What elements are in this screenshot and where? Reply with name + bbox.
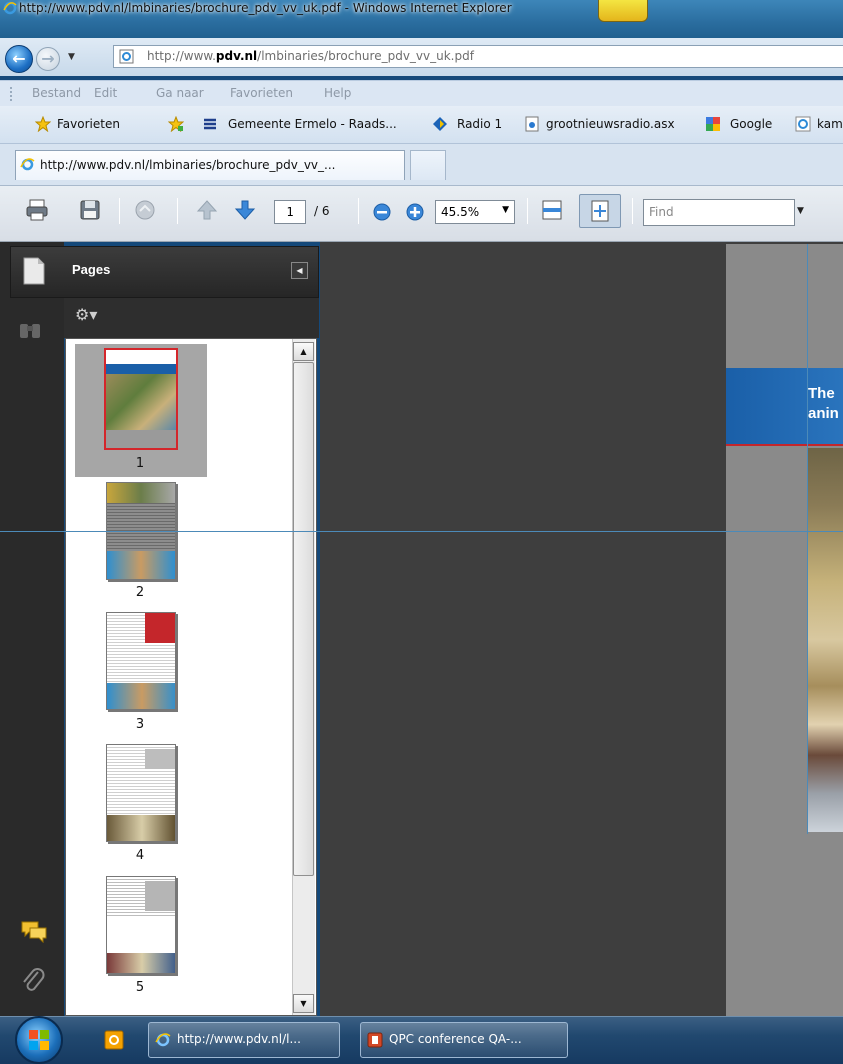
back-button[interactable]: ←: [5, 45, 33, 73]
menu-bestand[interactable]: Bestand: [32, 86, 81, 100]
internet-explorer-icon: [795, 116, 811, 132]
favorite-grootnieuwsradio[interactable]: grootnieuwsradio.asx: [546, 117, 675, 131]
media-file-icon: [525, 116, 539, 132]
page-icon: [119, 49, 134, 64]
find-options-chevron-icon[interactable]: ▼: [797, 206, 804, 216]
taskbar-item-powerpoint[interactable]: QPC conference QA-...: [360, 1022, 568, 1058]
zoom-out-icon[interactable]: [372, 202, 392, 222]
ermelo-logo-icon: [204, 118, 216, 130]
next-page-icon[interactable]: [233, 198, 257, 222]
google-icon: [706, 117, 720, 131]
toolbar-separator: [527, 198, 528, 224]
previous-page-icon[interactable]: [195, 198, 219, 222]
forward-arrow-icon: →: [41, 49, 55, 68]
internet-explorer-icon: [155, 1033, 171, 1047]
page-total: / 6: [314, 204, 330, 218]
thumbnail-label: 4: [135, 848, 145, 863]
menu-edit[interactable]: Edit: [94, 86, 117, 100]
taskbar-item-ie[interactable]: http://www.pdv.nl/l...: [148, 1022, 340, 1058]
favorites-button[interactable]: Favorieten: [57, 117, 120, 131]
add-favorite-icon[interactable]: [168, 116, 184, 132]
favorite-gemeente-ermelo[interactable]: Gemeente Ermelo - Raads...: [228, 117, 397, 131]
menu-favorieten[interactable]: Favorieten: [230, 86, 293, 100]
thumbnail-label: 5: [135, 980, 145, 995]
favorite-kam[interactable]: kam: [817, 117, 843, 131]
menu-ga-naar[interactable]: Ga naar: [156, 86, 204, 100]
fit-page-icon: [591, 200, 609, 222]
window-caption-button[interactable]: [598, 0, 648, 22]
scroll-down-arrow-icon[interactable]: ▼: [293, 994, 314, 1013]
toolbar-separator: [177, 198, 178, 224]
page-thumbnail-4[interactable]: [106, 744, 176, 842]
back-arrow-icon: ←: [12, 49, 26, 68]
favorite-google[interactable]: Google: [730, 117, 772, 131]
outlook-icon[interactable]: [104, 1030, 124, 1050]
page-thumbnail-3[interactable]: [106, 612, 176, 710]
share-icon[interactable]: [133, 198, 157, 222]
scrollbar-thumb[interactable]: [293, 362, 314, 876]
pages-icon[interactable]: [22, 256, 46, 286]
page-thumbnail-1[interactable]: [104, 348, 178, 450]
toolbar-separator: [358, 198, 359, 224]
binoculars-icon[interactable]: [18, 318, 42, 340]
forward-button[interactable]: →: [36, 47, 60, 71]
guide-line-horizontal: [0, 531, 843, 532]
pdf-cover-photo: [808, 448, 843, 832]
address-url: http://www.pdv.nl/lmbinaries/brochure_pd…: [147, 49, 474, 63]
find-placeholder: Find: [649, 205, 674, 219]
collapse-panel-button[interactable]: ◀: [291, 262, 308, 279]
scroll-up-arrow-icon[interactable]: ▲: [293, 342, 314, 361]
address-bar[interactable]: http://www.pdv.nl/lmbinaries/brochure_pd…: [113, 45, 843, 68]
pdf-heading-banner: The anin: [726, 368, 843, 446]
comments-icon[interactable]: [20, 919, 48, 943]
guide-line-vertical: [807, 244, 808, 834]
attachment-paperclip-icon[interactable]: [20, 966, 46, 994]
zoom-in-icon[interactable]: [405, 202, 425, 222]
favorites-star-icon: [35, 116, 51, 132]
pages-panel-toolbar: [64, 298, 319, 338]
internet-explorer-icon: [20, 158, 35, 171]
powerpoint-icon: [367, 1032, 383, 1048]
radio-diamond-icon: [433, 117, 447, 131]
new-tab-button[interactable]: [410, 150, 446, 180]
pdf-heading-line-2: anin: [808, 405, 839, 422]
pdf-heading-line-1: The: [808, 385, 835, 402]
menu-help[interactable]: Help: [324, 86, 351, 100]
windows-logo-icon: [29, 1030, 49, 1050]
internet-explorer-icon: [3, 1, 17, 15]
fit-width-icon[interactable]: [540, 198, 564, 222]
print-icon[interactable]: [25, 198, 49, 222]
zoom-value: 45.5%: [441, 205, 480, 219]
save-icon[interactable]: [78, 198, 102, 222]
toolbar-separator: [632, 198, 633, 224]
taskbar-item-label: QPC conference QA-...: [389, 1032, 522, 1046]
start-button[interactable]: [15, 1016, 63, 1064]
window-title: http://www.pdv.nl/lmbinaries/brochure_pd…: [19, 1, 512, 15]
pages-panel-header: [10, 246, 319, 298]
navigation-pane-strip: [0, 242, 64, 1016]
pages-panel-title: Pages: [72, 262, 111, 277]
options-gear-icon[interactable]: ⚙▾: [75, 305, 97, 324]
thumbnail-label: 2: [135, 585, 145, 600]
tab-title: http://www.pdv.nl/lmbinaries/brochure_pd…: [40, 158, 336, 172]
page-thumbnail-5[interactable]: [106, 876, 176, 974]
fit-page-button[interactable]: [579, 194, 621, 228]
toolbar-grip: [10, 87, 12, 101]
favorite-radio-1[interactable]: Radio 1: [457, 117, 502, 131]
menu-bar: [0, 80, 843, 106]
find-input[interactable]: Find: [643, 199, 795, 226]
zoom-level-select[interactable]: 45.5% ▼: [435, 200, 515, 224]
thumbnail-label: 3: [135, 717, 145, 732]
toolbar-separator: [119, 198, 120, 224]
recent-pages-dropdown-icon[interactable]: ▼: [68, 52, 75, 62]
taskbar-item-label: http://www.pdv.nl/l...: [177, 1032, 301, 1046]
page-number-input[interactable]: 1: [274, 200, 306, 224]
tab-pdf[interactable]: http://www.pdv.nl/lmbinaries/brochure_pd…: [15, 150, 405, 180]
window-title-bar: http://www.pdv.nl/lmbinaries/brochure_pd…: [0, 0, 843, 38]
thumbnail-label: 1: [135, 456, 145, 471]
chevron-down-icon: ▼: [502, 205, 509, 215]
